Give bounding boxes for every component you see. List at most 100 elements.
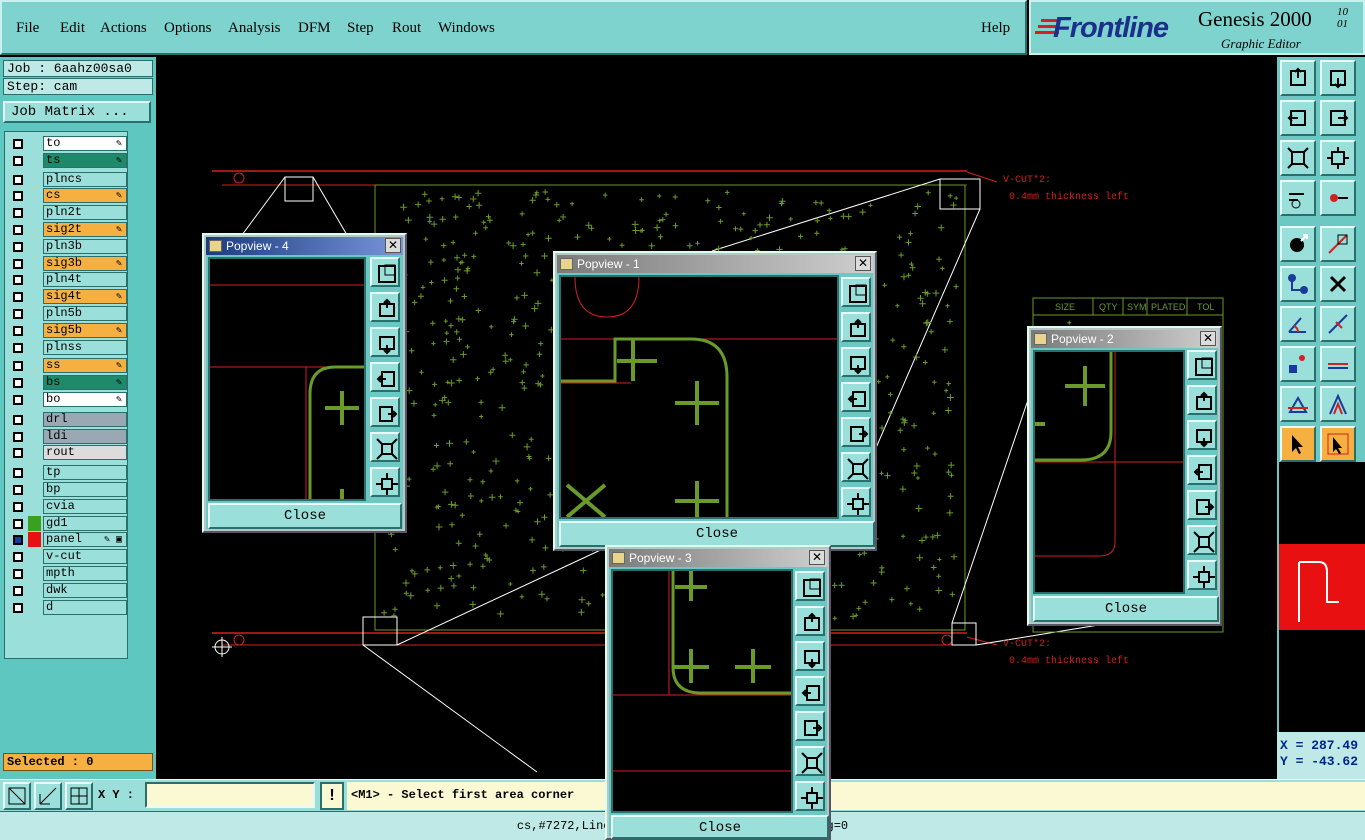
layer-name[interactable]: cvia	[43, 498, 127, 514]
popview-3-close-button[interactable]: Close	[611, 815, 829, 839]
toolbar-button-point[interactable]	[1280, 346, 1316, 382]
popview-4-close-icon[interactable]: ✕	[385, 238, 401, 253]
toolbar-button-pointer[interactable]	[1280, 426, 1316, 462]
toolbar-button-snap[interactable]	[1320, 180, 1356, 216]
toolbar-button-pointer-select[interactable]	[1320, 426, 1356, 462]
layer-row[interactable]: sig2t ✎	[8, 222, 128, 237]
layer-display-checkbox[interactable]	[13, 191, 23, 202]
menu-analysis[interactable]: Analysis	[228, 20, 281, 37]
menu-help[interactable]: Help	[981, 20, 1010, 37]
layer-display-checkbox[interactable]	[13, 602, 23, 613]
layer-name[interactable]: ldi	[43, 428, 127, 444]
layer-name[interactable]: pln5b	[43, 306, 127, 321]
job-matrix-button[interactable]: Job Matrix ...	[3, 101, 151, 123]
popview-4-move-up-button[interactable]	[370, 292, 400, 322]
layer-display-checkbox[interactable]	[13, 518, 23, 529]
layer-row[interactable]: mpth	[8, 566, 128, 581]
toolbar-button-split[interactable]	[1320, 346, 1356, 382]
layer-row[interactable]: sig5b ✎	[8, 322, 128, 338]
layer-row[interactable]: rout	[8, 445, 128, 461]
popview-3-move-right-button[interactable]	[795, 711, 825, 741]
popview-1-move-up-button[interactable]	[841, 312, 871, 342]
toolbar-button-move-left[interactable]	[1280, 100, 1316, 136]
popview-1-move-right-button[interactable]	[841, 417, 871, 447]
layer-display-checkbox[interactable]	[13, 485, 23, 495]
layer-row[interactable]: ldi	[8, 428, 128, 444]
popview-4-move-right-button[interactable]	[370, 397, 400, 427]
popview-3-zoom-home-button[interactable]	[795, 571, 825, 601]
popview-2-close-button[interactable]: Close	[1033, 596, 1219, 622]
toolbar-button-fit-center[interactable]	[1320, 140, 1356, 176]
layer-name[interactable]: dwk	[43, 582, 127, 598]
popview-1-move-left-button[interactable]	[841, 382, 871, 412]
layer-row[interactable]: ss ✎	[8, 358, 128, 374]
menu-edit[interactable]: Edit	[60, 20, 85, 37]
popview-1-zoom-home-button[interactable]	[841, 277, 871, 307]
menu-dfm[interactable]: DFM	[298, 20, 331, 37]
layer-row[interactable]: sig3b ✎	[8, 255, 128, 271]
popview-2-zoom-home-button[interactable]	[1187, 350, 1217, 380]
popview-1-close-icon[interactable]: ✕	[855, 256, 871, 271]
popview-4-move-down-button[interactable]	[370, 327, 400, 357]
layer-display-checkbox[interactable]	[13, 468, 23, 479]
zoom-area-button[interactable]	[3, 782, 31, 810]
layer-display-checkbox[interactable]	[13, 174, 23, 185]
layer-name[interactable]: gd1	[43, 515, 127, 531]
layer-row[interactable]: v-cut	[8, 549, 128, 565]
measure-button[interactable]	[34, 782, 62, 810]
layer-name[interactable]: cs ✎	[43, 188, 127, 204]
layer-name[interactable]: bs ✎	[43, 375, 127, 391]
layer-name[interactable]: sig4t ✎	[43, 289, 127, 305]
menu-windows[interactable]: Windows	[438, 20, 495, 37]
toolbar-button-fit-all[interactable]	[1280, 140, 1316, 176]
layer-name[interactable]: sig5b ✎	[43, 322, 127, 338]
layer-name[interactable]: to ✎	[43, 136, 127, 151]
layer-row[interactable]: cs ✎	[8, 188, 128, 204]
popview-4-zoom-home-button[interactable]	[370, 257, 400, 287]
menu-step[interactable]: Step	[347, 20, 374, 37]
layer-display-checkbox[interactable]	[13, 225, 23, 235]
popview-1-move-down-button[interactable]	[841, 347, 871, 377]
popview-1-titlebar[interactable]: Popview - 1 ✕	[557, 255, 873, 273]
layer-row[interactable]: dwk	[8, 582, 128, 598]
menu-options[interactable]: Options	[164, 20, 212, 37]
layer-row[interactable]: pln4t	[8, 272, 128, 288]
layer-display-checkbox[interactable]	[13, 139, 23, 149]
layer-display-checkbox[interactable]	[13, 241, 23, 252]
toolbar-button-measure[interactable]	[1280, 306, 1316, 342]
layer-display-checkbox[interactable]	[13, 208, 23, 219]
toolbar-button-cross[interactable]	[1320, 266, 1356, 302]
layer-display-checkbox[interactable]	[13, 552, 23, 563]
layer-name[interactable]: panel ✎ ▣	[43, 532, 127, 548]
layer-row[interactable]: panel ✎ ▣	[8, 532, 128, 548]
layer-name[interactable]: drl	[43, 411, 127, 427]
popview-4-close-button[interactable]: Close	[208, 503, 402, 529]
toolbar-button-edit-line[interactable]	[1320, 306, 1356, 342]
popview-3-fit-center-button[interactable]	[795, 781, 825, 811]
layer-row[interactable]: pln3b	[8, 238, 128, 254]
toolbar-button-move-down[interactable]	[1320, 60, 1356, 96]
popview-2-close-icon[interactable]: ✕	[1200, 331, 1216, 346]
layer-display-checkbox[interactable]	[13, 275, 23, 286]
layer-name[interactable]: sig3b ✎	[43, 255, 127, 271]
popview-1-close-button[interactable]: Close	[559, 521, 875, 547]
alert-button[interactable]: !	[320, 782, 344, 810]
layer-row[interactable]: bo ✎	[8, 392, 128, 407]
layer-display-checkbox[interactable]	[13, 155, 23, 166]
menu-actions[interactable]: Actions	[100, 20, 147, 37]
layer-row[interactable]: plnss	[8, 339, 128, 355]
popview-3-titlebar[interactable]: Popview - 3 ✕	[609, 549, 827, 567]
toolbar-button-move-up[interactable]	[1280, 60, 1316, 96]
popview-1-fit-all-button[interactable]	[841, 452, 871, 482]
layer-name[interactable]: d	[43, 599, 127, 615]
toolbar-button-settings[interactable]	[1280, 180, 1316, 216]
layer-display-checkbox[interactable]	[13, 361, 23, 372]
layer-display-checkbox[interactable]	[13, 395, 23, 405]
layer-display-checkbox[interactable]	[13, 569, 23, 579]
layer-name[interactable]: rout	[43, 445, 127, 461]
layer-name[interactable]: tp	[43, 465, 127, 481]
layer-display-checkbox[interactable]	[13, 431, 23, 442]
toolbar-button-move-right[interactable]	[1320, 100, 1356, 136]
popview-2-fit-center-button[interactable]	[1187, 560, 1217, 590]
menu-file[interactable]: File	[16, 20, 39, 37]
